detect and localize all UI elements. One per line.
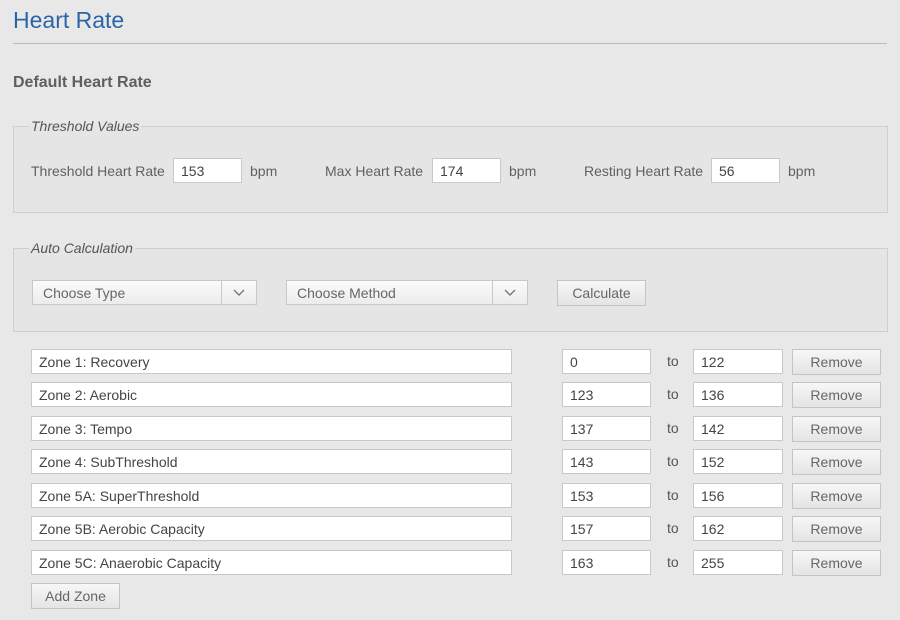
threshold-heart-rate-input[interactable] xyxy=(173,158,242,183)
zone-row: to Remove xyxy=(0,416,900,442)
zone-to-label: to xyxy=(667,453,679,469)
remove-zone-button[interactable]: Remove xyxy=(792,516,881,542)
zone-to-input[interactable] xyxy=(693,449,783,474)
zone-from-input[interactable] xyxy=(562,483,651,508)
threshold-heart-rate-label: Threshold Heart Rate xyxy=(31,163,165,179)
choose-method-select[interactable]: Choose Method xyxy=(286,280,528,305)
remove-zone-button[interactable]: Remove xyxy=(792,382,881,408)
resting-heart-rate-unit: bpm xyxy=(788,163,816,179)
zone-row: to Remove xyxy=(0,550,900,576)
add-zone-button[interactable]: Add Zone xyxy=(31,583,120,609)
auto-calculation-legend: Auto Calculation xyxy=(31,240,133,256)
chevron-down-icon xyxy=(233,289,245,296)
zone-from-input[interactable] xyxy=(562,349,651,374)
zone-to-input[interactable] xyxy=(693,382,783,407)
title-divider xyxy=(13,43,887,44)
choose-method-value: Choose Method xyxy=(297,285,396,301)
zone-to-label: to xyxy=(667,554,679,570)
select-divider xyxy=(492,281,493,304)
remove-zone-button[interactable]: Remove xyxy=(792,449,881,475)
chevron-down-icon xyxy=(504,289,516,296)
zone-name-input[interactable] xyxy=(31,349,512,374)
zone-to-label: to xyxy=(667,520,679,536)
zone-from-input[interactable] xyxy=(562,382,651,407)
remove-zone-button[interactable]: Remove xyxy=(792,483,881,509)
zone-name-input[interactable] xyxy=(31,483,512,508)
max-heart-rate-unit: bpm xyxy=(509,163,537,179)
zone-to-label: to xyxy=(667,420,679,436)
zone-from-input[interactable] xyxy=(562,550,651,575)
zone-row: to Remove xyxy=(0,483,900,509)
zone-to-input[interactable] xyxy=(693,516,783,541)
zone-row: to Remove xyxy=(0,382,900,408)
max-heart-rate-input[interactable] xyxy=(432,158,501,183)
section-heading: Default Heart Rate xyxy=(13,74,152,91)
zone-row: to Remove xyxy=(0,349,900,375)
zone-row: to Remove xyxy=(0,449,900,475)
choose-type-value: Choose Type xyxy=(43,285,126,301)
zone-from-input[interactable] xyxy=(562,516,651,541)
remove-zone-button[interactable]: Remove xyxy=(792,550,881,576)
remove-zone-button[interactable]: Remove xyxy=(792,416,881,442)
zone-name-input[interactable] xyxy=(31,550,512,575)
zone-to-label: to xyxy=(667,487,679,503)
remove-zone-button[interactable]: Remove xyxy=(792,349,881,375)
max-heart-rate-label: Max Heart Rate xyxy=(325,163,424,179)
page-title: Heart Rate xyxy=(13,7,125,33)
zone-from-input[interactable] xyxy=(562,416,651,441)
zone-name-input[interactable] xyxy=(31,416,512,441)
calculate-button[interactable]: Calculate xyxy=(557,280,646,306)
choose-type-select[interactable]: Choose Type xyxy=(32,280,257,305)
zone-to-input[interactable] xyxy=(693,349,783,374)
zone-row: to Remove xyxy=(0,516,900,542)
zone-name-input[interactable] xyxy=(31,449,512,474)
zone-to-input[interactable] xyxy=(693,483,783,508)
zone-name-input[interactable] xyxy=(31,516,512,541)
threshold-values-legend: Threshold Values xyxy=(31,118,140,134)
resting-heart-rate-label: Resting Heart Rate xyxy=(584,163,704,179)
select-divider xyxy=(221,281,222,304)
zone-from-input[interactable] xyxy=(562,449,651,474)
zone-to-label: to xyxy=(667,353,679,369)
zone-name-input[interactable] xyxy=(31,382,512,407)
threshold-heart-rate-unit: bpm xyxy=(250,163,278,179)
zone-to-input[interactable] xyxy=(693,550,783,575)
zone-to-label: to xyxy=(667,386,679,402)
zone-to-input[interactable] xyxy=(693,416,783,441)
resting-heart-rate-input[interactable] xyxy=(711,158,780,183)
